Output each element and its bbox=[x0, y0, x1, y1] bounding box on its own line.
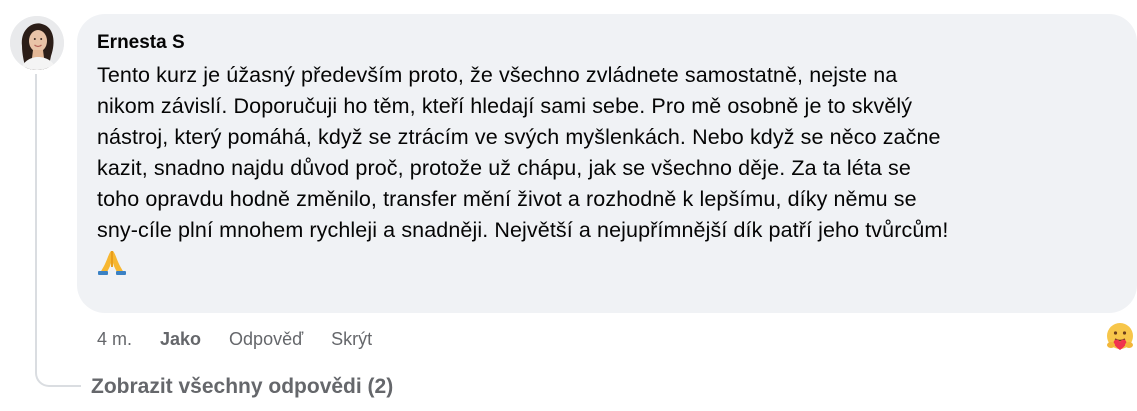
reply-button[interactable]: Odpověď bbox=[229, 329, 303, 350]
comment-emoji-line bbox=[97, 247, 1123, 279]
avatar[interactable] bbox=[10, 16, 64, 70]
folded-hands-icon bbox=[97, 247, 127, 277]
comment-bubble: Ernesta S Tento kurz je úžasný především… bbox=[77, 14, 1137, 313]
hide-button[interactable]: Skrýt bbox=[331, 329, 372, 350]
author-name[interactable]: Ernesta S bbox=[97, 32, 185, 53]
comment-actions: 4 m. Jako Odpověď Skrýt bbox=[97, 326, 372, 352]
comment-text: Tento kurz je úžasný především proto, že… bbox=[97, 63, 949, 242]
care-reaction-icon[interactable] bbox=[1103, 320, 1137, 354]
thread-connector-line bbox=[35, 74, 81, 387]
view-all-replies-link[interactable]: Zobrazit všechny odpovědi (2) bbox=[91, 375, 393, 399]
comment-author[interactable]: Ernesta S bbox=[97, 31, 1123, 55]
comment-timestamp[interactable]: 4 m. bbox=[97, 329, 132, 350]
like-button[interactable]: Jako bbox=[160, 329, 201, 350]
